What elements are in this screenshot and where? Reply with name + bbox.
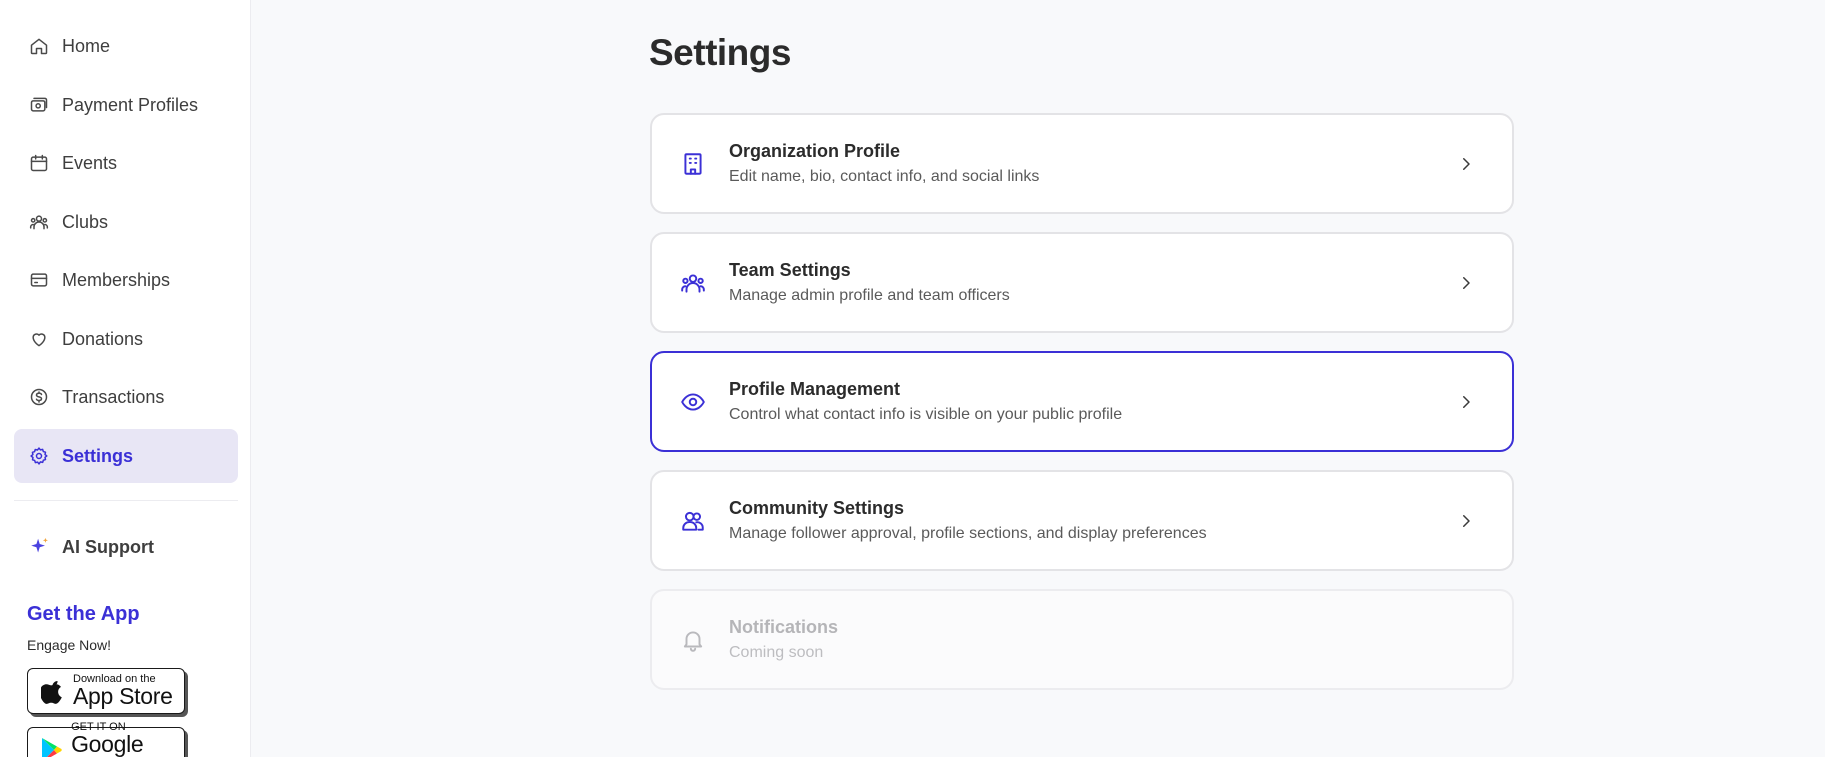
card-text: Team Settings Manage admin profile and t… [729, 260, 1456, 305]
chevron-right-icon [1456, 154, 1476, 174]
home-icon [27, 34, 51, 58]
card-title: Notifications [729, 617, 839, 637]
sidebar-item-label: Home [62, 35, 111, 56]
google-play-big: Google Play [71, 730, 144, 757]
sidebar-item-payment-profiles[interactable]: Payment Profiles [14, 78, 238, 132]
community-icon [678, 506, 708, 536]
sidebar-item-transactions[interactable]: Transactions [14, 370, 238, 424]
sidebar-item-label: Events [62, 152, 118, 173]
chevron-right-icon [1456, 273, 1476, 293]
profile-management-card[interactable]: Profile Management Control what contact … [650, 351, 1514, 452]
gear-icon [27, 444, 51, 468]
building-icon [678, 149, 708, 179]
notifications-card: Notifications Coming soon [650, 589, 1514, 690]
card-description: Manage admin profile and team officers [729, 287, 1010, 304]
team-settings-card[interactable]: Team Settings Manage admin profile and t… [650, 232, 1514, 333]
community-settings-card[interactable]: Community Settings Manage follower appro… [650, 470, 1514, 571]
chevron-right-icon [1456, 392, 1476, 412]
dollar-circle-icon [27, 385, 51, 409]
card-title: Community Settings [729, 498, 905, 518]
card-icon [27, 268, 51, 292]
sidebar-item-label: Settings [62, 445, 134, 466]
sidebar-item-settings[interactable]: Settings [14, 429, 238, 483]
page-title: Settings [649, 32, 791, 73]
card-title: Team Settings [729, 260, 851, 280]
card-title: Profile Management [729, 379, 901, 399]
card-description: Manage follower approval, profile sectio… [729, 525, 1207, 542]
card-text: Community Settings Manage follower appro… [729, 498, 1456, 543]
eye-icon [678, 387, 708, 417]
card-text: Notifications Coming soon [729, 617, 1512, 662]
app-store-big: App Store [73, 683, 173, 709]
ai-support-button[interactable]: AI Support [14, 520, 238, 574]
app-store-button[interactable]: Download on the App Store [27, 668, 185, 714]
bell-icon [678, 625, 708, 655]
sidebar-item-label: Memberships [62, 269, 171, 290]
card-text: Organization Profile Edit name, bio, con… [729, 141, 1456, 186]
sidebar-item-memberships[interactable]: Memberships [14, 253, 238, 307]
sparkle-icon [27, 535, 51, 559]
card-description: Coming soon [729, 644, 824, 661]
sidebar: Home Payment Profiles Events Clubs Membe… [0, 0, 251, 757]
sidebar-item-events[interactable]: Events [14, 136, 238, 190]
wallet-icon [27, 93, 51, 117]
get-app-subtitle: Engage Now! [27, 637, 112, 653]
google-play-text: GET IT ON Google Play [71, 721, 184, 757]
sidebar-divider [14, 500, 238, 501]
sidebar-item-label: Payment Profiles [62, 94, 199, 115]
sidebar-item-donations[interactable]: Donations [14, 312, 238, 366]
apple-icon [40, 676, 66, 706]
card-description: Edit name, bio, contact info, and social… [729, 168, 1040, 185]
organization-profile-card[interactable]: Organization Profile Edit name, bio, con… [650, 113, 1514, 214]
sidebar-item-label: Clubs [62, 211, 109, 232]
team-icon [678, 268, 708, 298]
sidebar-item-label: Donations [62, 328, 144, 349]
card-text: Profile Management Control what contact … [729, 379, 1456, 424]
ai-support-label: AI Support [62, 536, 154, 557]
sidebar-item-home[interactable]: Home [14, 19, 238, 73]
app-store-text: Download on the App Store [73, 674, 173, 708]
calendar-icon [27, 151, 51, 175]
google-play-icon [40, 735, 64, 757]
google-play-button[interactable]: GET IT ON Google Play [27, 721, 185, 757]
heart-icon [27, 327, 51, 351]
sidebar-item-label: Transactions [62, 386, 165, 407]
card-description: Control what contact info is visible on … [729, 406, 1123, 423]
card-title: Organization Profile [729, 141, 901, 161]
get-app-title: Get the App [27, 603, 140, 625]
users-icon [27, 210, 51, 234]
chevron-right-icon [1456, 511, 1476, 531]
sidebar-item-clubs[interactable]: Clubs [14, 195, 238, 249]
